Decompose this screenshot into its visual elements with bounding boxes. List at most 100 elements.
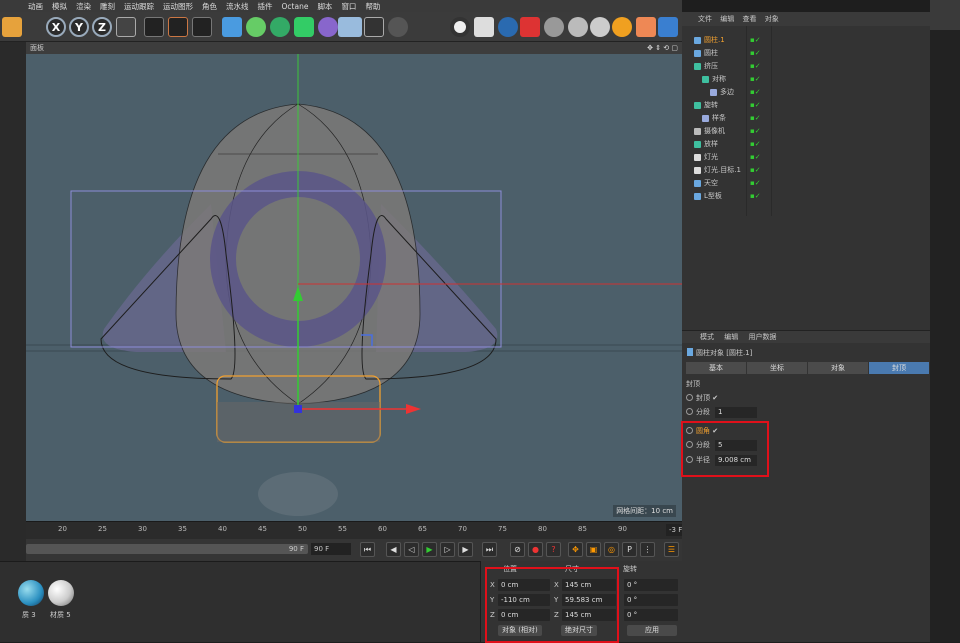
menu-item[interactable]: 运动跟踪	[124, 1, 154, 12]
move-tool-icon[interactable]	[2, 17, 22, 37]
deformer-icon[interactable]	[318, 17, 338, 37]
visibility-check-icon[interactable]: ▪✓	[750, 125, 761, 138]
prev-key-icon[interactable]: ◀	[386, 542, 401, 557]
object-row[interactable]: 摄像机 ▪✓	[682, 125, 930, 138]
z-axis-lock-button[interactable]: Z	[92, 17, 112, 37]
menu-item[interactable]: 动画	[28, 1, 43, 12]
object-row[interactable]: 灯光 ▪✓	[682, 151, 930, 164]
keyframe-selection-icon[interactable]: ?	[546, 542, 561, 557]
visibility-check-icon[interactable]: ▪✓	[750, 34, 761, 47]
menu-edit[interactable]: 编辑	[720, 15, 734, 23]
visibility-check-icon[interactable]: ▪✓	[750, 151, 761, 164]
floor-icon[interactable]	[338, 17, 362, 37]
visibility-check-icon[interactable]: ▪✓	[750, 99, 761, 112]
viewport-nav-icon[interactable]: ✥ ⇕ ⟲ ▢	[647, 42, 678, 54]
tab-coord[interactable]: 坐标	[747, 362, 807, 374]
object-row[interactable]: 圆柱.1 ▪✓	[682, 34, 930, 47]
cube-icon[interactable]	[222, 17, 242, 37]
octane-scatter-icon[interactable]	[636, 17, 656, 37]
tab-object[interactable]: 对象	[808, 362, 868, 374]
visibility-check-icon[interactable]: ▪✓	[750, 73, 761, 86]
octane-render-icon[interactable]	[474, 17, 494, 37]
render-picture-icon[interactable]	[168, 17, 188, 37]
caps-checkbox[interactable]: ✔	[712, 394, 718, 402]
cap-segments-field[interactable]: 1	[715, 407, 757, 418]
menu-item[interactable]: Octane	[282, 2, 309, 11]
material-swatch-5[interactable]	[48, 580, 74, 606]
apply-button[interactable]: 应用	[627, 625, 677, 636]
menu-object[interactable]: 对象	[765, 15, 779, 23]
menu-edit[interactable]: 编辑	[724, 333, 738, 341]
octane-light-icon[interactable]	[612, 17, 632, 37]
param-key-icon[interactable]: P	[622, 542, 637, 557]
object-row[interactable]: 多边 ▪✓	[682, 86, 930, 99]
y-axis-lock-button[interactable]: Y	[69, 17, 89, 37]
goto-start-icon[interactable]: ⏮	[360, 542, 375, 557]
viewport-panel-menu[interactable]: 面板	[30, 44, 44, 52]
subdivision-icon[interactable]	[270, 17, 290, 37]
octane-material-icon[interactable]	[498, 17, 518, 37]
object-row[interactable]: 对称 ▪✓	[682, 73, 930, 86]
tab-caps[interactable]: 封顶	[869, 362, 929, 374]
material-swatch-3[interactable]	[18, 580, 44, 606]
camera-icon[interactable]	[364, 17, 384, 37]
coordinate-system-icon[interactable]	[116, 17, 136, 37]
scale-key-icon[interactable]: ▣	[586, 542, 601, 557]
object-row[interactable]: 放样 ▪✓	[682, 138, 930, 151]
menu-item[interactable]: 雕刻	[100, 1, 115, 12]
object-row[interactable]: 灯光.目标.1 ▪✓	[682, 164, 930, 177]
point-level-icon[interactable]: ⋮	[640, 542, 655, 557]
menu-item[interactable]: 运动图形	[163, 1, 193, 12]
frame-range-slider[interactable]: 90 F	[26, 544, 308, 554]
menu-item[interactable]: 渲染	[76, 1, 91, 12]
object-row[interactable]: 旋转 ▪✓	[682, 99, 930, 112]
object-row[interactable]: L型板 ▪✓	[682, 190, 930, 203]
x-axis-lock-button[interactable]: X	[46, 17, 66, 37]
next-frame-icon[interactable]: ▷	[440, 542, 455, 557]
menu-mode[interactable]: 模式	[700, 333, 714, 341]
rot-b-field[interactable]: 0 °	[624, 609, 678, 621]
object-row[interactable]: 挤压 ▪✓	[682, 60, 930, 73]
object-row[interactable]: 天空 ▪✓	[682, 177, 930, 190]
end-frame-field[interactable]: 90 F	[311, 543, 351, 555]
menu-userdata[interactable]: 用户数据	[748, 333, 776, 341]
octane-sphere-icon[interactable]	[544, 17, 564, 37]
position-key-icon[interactable]: ✥	[568, 542, 583, 557]
octane-environment-icon[interactable]	[568, 17, 588, 37]
octane-settings-icon[interactable]	[450, 17, 470, 37]
menu-item[interactable]: 插件	[258, 1, 273, 12]
rotation-key-icon[interactable]: ◎	[604, 542, 619, 557]
menu-item[interactable]: 脚本	[317, 1, 332, 12]
cloner-icon[interactable]	[294, 17, 314, 37]
render-settings-icon[interactable]	[192, 17, 212, 37]
play-icon[interactable]: ▶	[422, 542, 437, 557]
octane-camera-icon[interactable]	[520, 17, 540, 37]
menu-file[interactable]: 文件	[698, 15, 712, 23]
menu-item[interactable]: 窗口	[341, 1, 356, 12]
rot-p-field[interactable]: 0 °	[624, 594, 678, 606]
visibility-check-icon[interactable]: ▪✓	[750, 190, 761, 203]
pen-spline-icon[interactable]	[246, 17, 266, 37]
octane-object-icon[interactable]	[658, 17, 678, 37]
timeline-ruler[interactable]: 20 25 30 35 40 45 50 55 60 65 70 75 80 85 90 -3 F	[26, 521, 702, 539]
menu-item[interactable]: 角色	[202, 1, 217, 12]
object-row[interactable]: 圆柱 ▪✓	[682, 47, 930, 60]
visibility-check-icon[interactable]: ▪✓	[750, 164, 761, 177]
menu-item[interactable]: 帮助	[365, 1, 380, 12]
visibility-check-icon[interactable]: ▪✓	[750, 47, 761, 60]
auto-key-icon[interactable]: ●	[528, 542, 543, 557]
visibility-check-icon[interactable]: ▪✓	[750, 112, 761, 125]
tab-basic[interactable]: 基本	[686, 362, 746, 374]
menu-item[interactable]: 模拟	[52, 1, 67, 12]
record-keys-icon[interactable]: ⊘	[510, 542, 525, 557]
visibility-check-icon[interactable]: ▪✓	[750, 86, 761, 99]
visibility-check-icon[interactable]: ▪✓	[750, 138, 761, 151]
rot-h-field[interactable]: 0 °	[624, 579, 678, 591]
render-view-icon[interactable]	[144, 17, 164, 37]
octane-daylight-icon[interactable]	[590, 17, 610, 37]
timeline-window-icon[interactable]: ☰	[664, 542, 679, 557]
prev-frame-icon[interactable]: ◁	[404, 542, 419, 557]
3d-viewport[interactable]: 网格间距：10 cm	[26, 54, 682, 521]
menu-view[interactable]: 查看	[742, 15, 756, 23]
goto-end-icon[interactable]: ⏭	[482, 542, 497, 557]
